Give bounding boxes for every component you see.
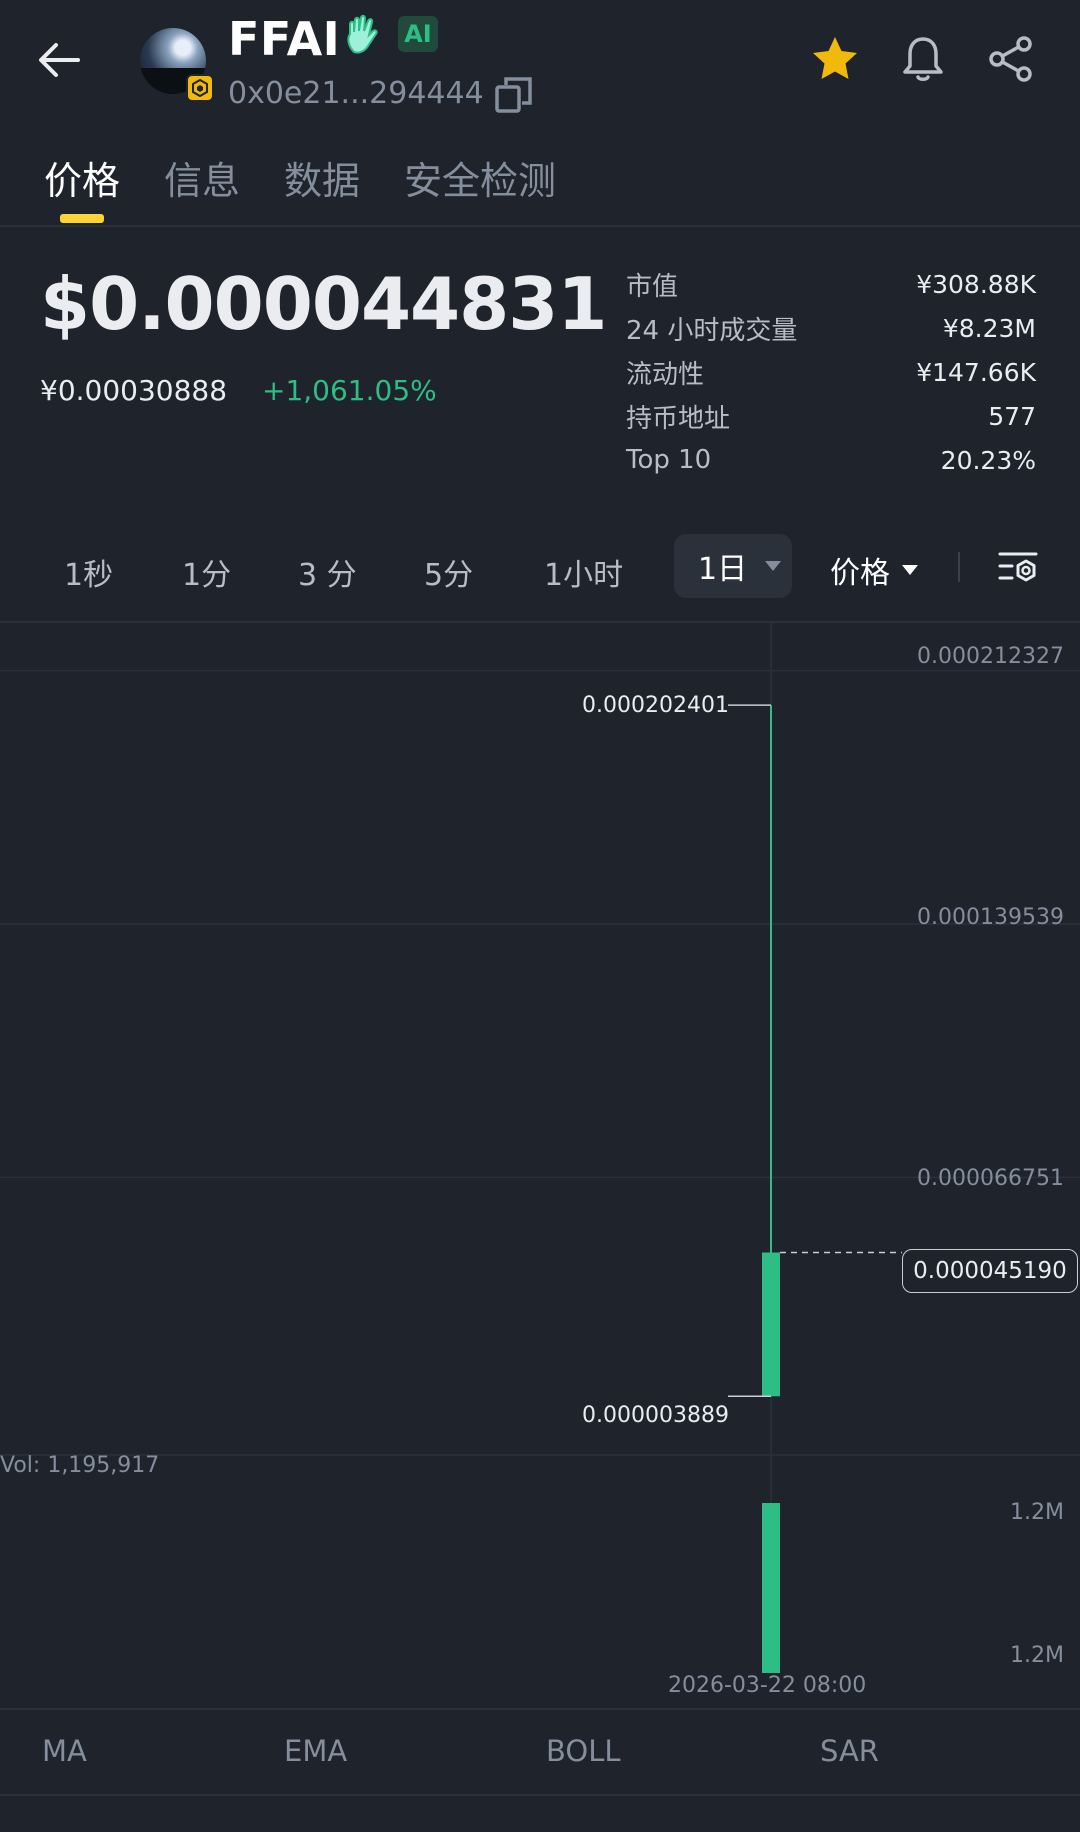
timeframe-select-label: 1日 — [698, 552, 748, 587]
token-detail-page: FFAI AI 0x0e21...294444 价格 信息 数据 安全检测 $0… — [0, 0, 1080, 1832]
candlestick-svg — [0, 623, 1080, 1673]
chart-type-select[interactable]: 价格 — [830, 548, 920, 592]
stat-value: ¥8.23M — [942, 313, 1036, 343]
high-price-label: 0.000202401 — [582, 693, 729, 718]
current-price-tag: 0.000045190 — [902, 1249, 1078, 1293]
stat-row-top10: Top 10 20.23% — [626, 438, 1036, 482]
active-tab-indicator — [60, 214, 104, 223]
tab-info[interactable]: 信息 — [164, 150, 240, 205]
stat-value: ¥147.66K — [916, 357, 1036, 387]
indicator-sar[interactable]: SAR — [820, 1734, 879, 1768]
indicator-boll[interactable]: BOLL — [546, 1734, 621, 1768]
tab-security-check[interactable]: 安全检测 — [404, 150, 556, 205]
timeframe-5m[interactable]: 5分 — [424, 550, 473, 594]
volume-bar — [762, 1503, 780, 1673]
low-price-label: 0.000003889 — [582, 1403, 729, 1428]
y-tick-label: 0.000066751 — [917, 1166, 1064, 1191]
bsc-chain-icon — [186, 74, 214, 102]
chart-settings-icon[interactable] — [996, 546, 1040, 590]
stat-value: ¥308.88K — [916, 269, 1036, 299]
timeframe-1m[interactable]: 1分 — [182, 550, 231, 594]
price-change-percent: +1,061.05% — [262, 374, 437, 407]
ai-badge: AI — [398, 16, 438, 52]
y-tick-label: 0.000212327 — [917, 644, 1064, 669]
indicator-ema[interactable]: EMA — [284, 1734, 347, 1768]
volume-tick-label: 1.2M — [1010, 1643, 1064, 1668]
divider — [0, 1708, 1080, 1710]
tab-data[interactable]: 数据 — [284, 150, 360, 205]
stat-label: 24 小时成交量 — [626, 315, 798, 346]
hand-icon — [347, 14, 378, 54]
toolbar-separator — [958, 552, 960, 582]
price-cny: ¥0.00030888 — [40, 374, 228, 407]
chart-toolbar: 1秒 1分 3 分 5分 1小时 1日 价格 — [0, 534, 1080, 604]
back-arrow-icon[interactable] — [34, 38, 84, 82]
indicator-ma[interactable]: MA — [42, 1734, 87, 1768]
bell-icon[interactable] — [898, 34, 948, 84]
stat-label: Top 10 — [626, 445, 712, 475]
y-tick-label: 0.000139539 — [917, 905, 1064, 930]
volume-label: Vol: 1,195,917 — [0, 1453, 160, 1478]
timeframe-select[interactable]: 1日 — [674, 534, 792, 598]
stat-row-market-cap: 市值 ¥308.88K — [626, 262, 1036, 306]
stat-row-volume: 24 小时成交量 ¥8.23M — [626, 306, 1036, 350]
stat-value: 577 — [988, 401, 1036, 431]
token-stats: 市值 ¥308.88K 24 小时成交量 ¥8.23M 流动性 ¥147.66K… — [626, 262, 1036, 482]
star-icon[interactable] — [810, 34, 860, 84]
contract-address: 0x0e21...294444 — [228, 76, 484, 111]
price-chart[interactable]: 0.000212327 0.000139539 0.000066751 0.00… — [0, 623, 1080, 1698]
timeframe-3m[interactable]: 3 分 — [298, 550, 357, 594]
volume-tick-label: 1.2M — [1010, 1500, 1064, 1525]
timeframe-1h[interactable]: 1小时 — [544, 550, 623, 594]
tab-price[interactable]: 价格 — [44, 150, 120, 205]
stat-label: 市值 — [626, 271, 679, 302]
copy-icon[interactable] — [494, 76, 534, 114]
stat-row-holders: 持币地址 577 — [626, 394, 1036, 438]
tab-bar: 价格 信息 数据 安全检测 — [44, 150, 556, 205]
divider — [0, 1794, 1080, 1796]
stat-label: 持币地址 — [626, 403, 731, 434]
token-name: FFAI — [228, 12, 341, 66]
share-icon[interactable] — [986, 34, 1036, 84]
candle-body — [762, 1252, 780, 1397]
price-usd: $0.000044831 — [40, 262, 607, 346]
dropdown-caret-icon — [902, 565, 918, 575]
dropdown-caret-icon — [765, 561, 782, 571]
indicator-bar: MA EMA BOLL SAR — [0, 1726, 1080, 1778]
divider — [0, 225, 1080, 227]
stat-label: 流动性 — [626, 359, 705, 390]
x-axis-time-label: 2026-03-22 08:00 — [668, 1673, 867, 1698]
chart-type-select-label: 价格 — [830, 556, 890, 591]
stat-row-liquidity: 流动性 ¥147.66K — [626, 350, 1036, 394]
stat-value: 20.23% — [940, 445, 1036, 475]
timeframe-1s[interactable]: 1秒 — [64, 550, 113, 594]
